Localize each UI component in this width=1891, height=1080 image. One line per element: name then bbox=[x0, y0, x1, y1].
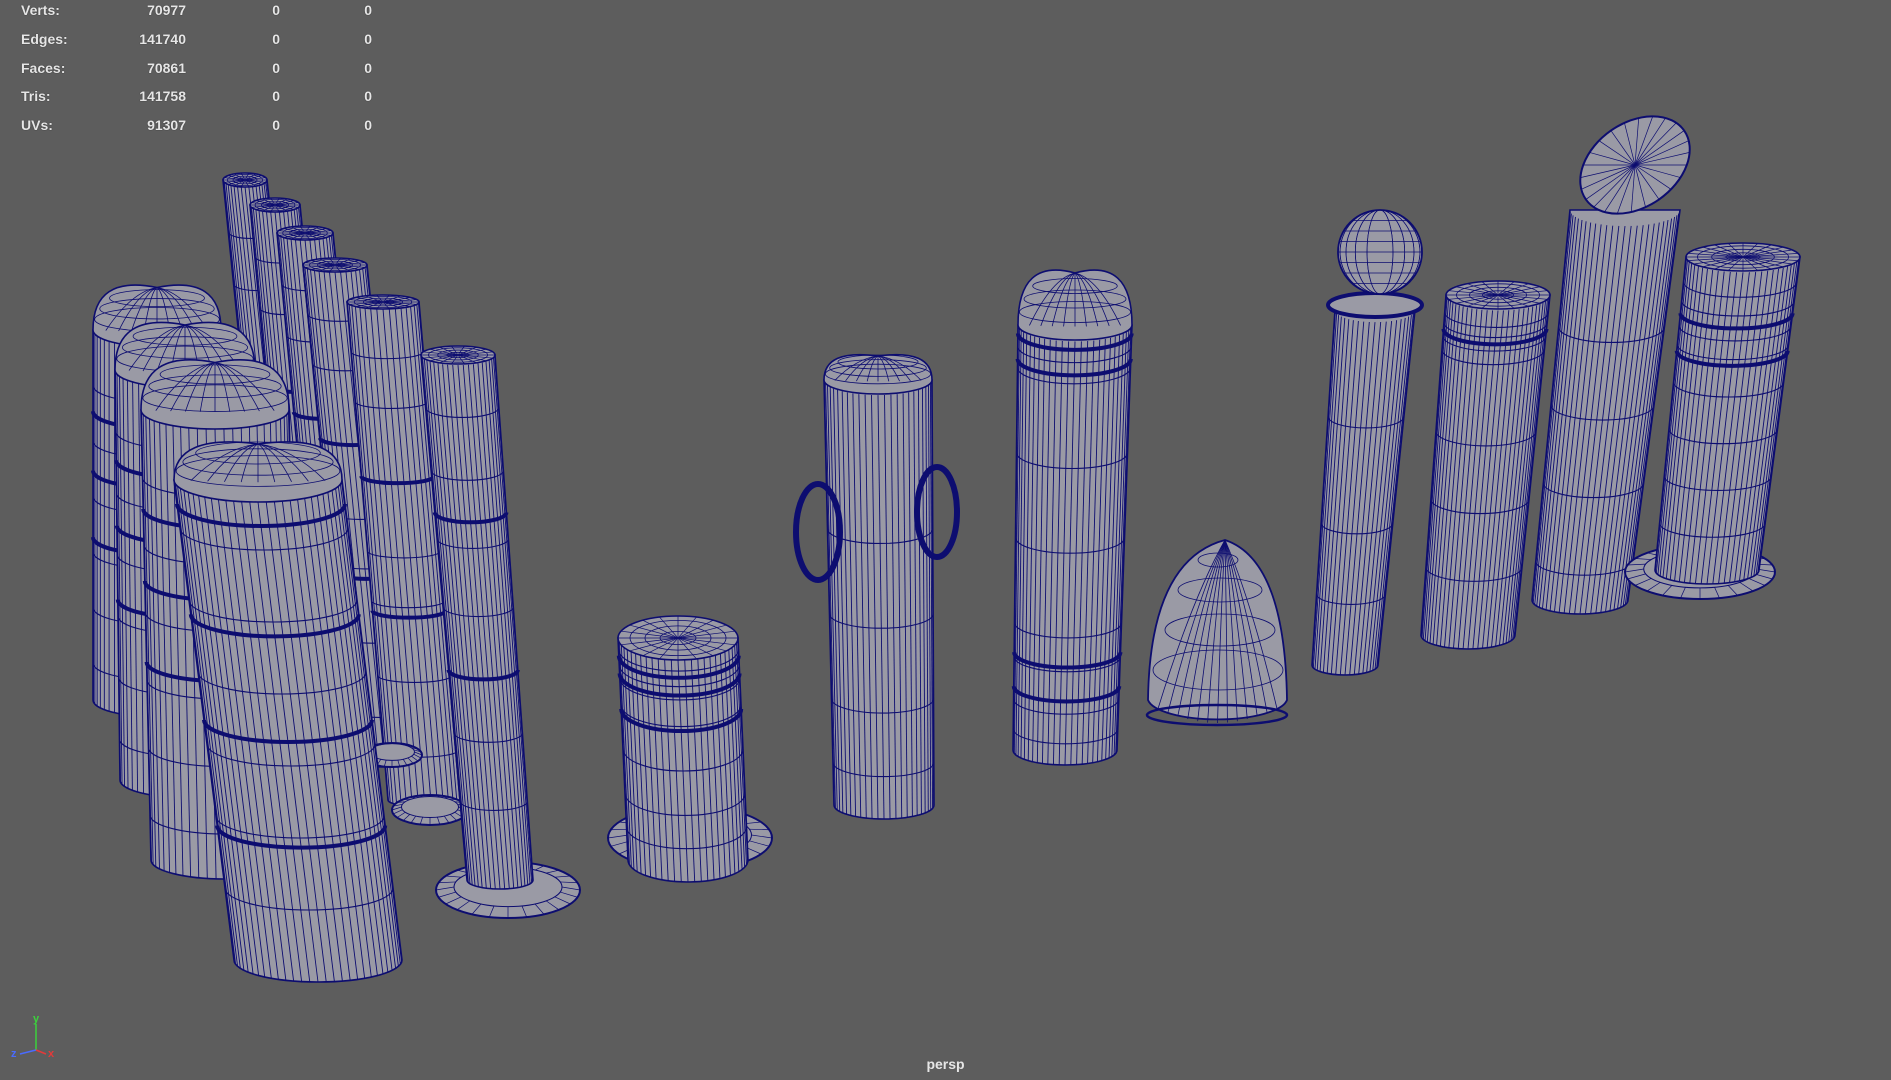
x-axis-line bbox=[35, 1049, 47, 1055]
y-axis-label: y bbox=[33, 1013, 40, 1025]
hud-value-selected-2: 0 bbox=[364, 60, 372, 76]
bollard-bell[interactable] bbox=[1145, 539, 1289, 727]
hud-value-total: 141740 bbox=[139, 31, 186, 47]
bollard-hoop[interactable] bbox=[793, 353, 960, 820]
camera-name-label: persp bbox=[926, 1056, 965, 1072]
hud-label: UVs: bbox=[21, 117, 53, 133]
bollard-right[interactable] bbox=[1654, 242, 1801, 585]
hud-label: Tris: bbox=[21, 88, 51, 104]
hud-value-total: 70861 bbox=[147, 60, 186, 76]
hud-label: Verts: bbox=[21, 2, 60, 18]
hud-value-total: 141758 bbox=[139, 88, 186, 104]
hud-value-total: 70977 bbox=[147, 2, 186, 18]
bollard-short[interactable] bbox=[616, 615, 749, 883]
hud-value-selected: 0 bbox=[272, 2, 280, 18]
scene-wireframe-meshes[interactable] bbox=[0, 0, 1891, 1080]
flange-base-2[interactable] bbox=[391, 794, 469, 826]
hud-value-selected: 0 bbox=[272, 31, 280, 47]
hud-value-selected-2: 0 bbox=[364, 31, 372, 47]
hud-value-selected-2: 0 bbox=[364, 117, 372, 133]
hud-value-selected: 0 bbox=[272, 117, 280, 133]
bollard-domed[interactable] bbox=[1011, 269, 1134, 766]
bollard-ball[interactable] bbox=[1311, 209, 1424, 676]
hud-value-selected: 0 bbox=[272, 88, 280, 104]
hud-value-total: 91307 bbox=[147, 117, 186, 133]
view-axis-gizmo: y z x bbox=[11, 1013, 55, 1058]
hud-value-selected: 0 bbox=[272, 60, 280, 76]
z-axis-line bbox=[19, 1049, 37, 1055]
hud-value-selected-2: 0 bbox=[364, 2, 372, 18]
bollard-ribbed-top[interactable] bbox=[1420, 280, 1551, 650]
hud-label: Faces: bbox=[21, 60, 66, 76]
hud-label: Edges: bbox=[21, 31, 68, 47]
viewport-persp[interactable]: Verts: 70977 0 0 Edges: 141740 0 0 Faces… bbox=[0, 0, 1891, 1080]
hud-value-selected-2: 0 bbox=[364, 88, 372, 104]
